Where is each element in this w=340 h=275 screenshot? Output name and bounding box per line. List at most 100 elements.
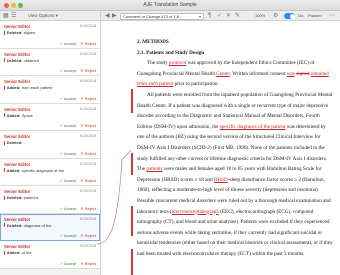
card-date: 6/15/2018 — [80, 106, 96, 111]
card-change-line: Deleted: patient's — [4, 195, 94, 200]
document-toolbar: ◀ ▶ Comment or Change 473 of 1,8... ▾ ¶ … — [101, 11, 340, 21]
change-marker-icon — [4, 58, 6, 63]
toggle-knob — [289, 13, 295, 19]
inserted-text[interactable]: protocol — [169, 60, 186, 66]
accept-button[interactable]: ✓ Accept — [60, 96, 76, 101]
deleted-text[interactable]: signed — [296, 71, 310, 77]
document-body[interactable]: 2. METHODS 2.1. Patients and Study Desig… — [137, 37, 333, 259]
card-actions: ✓ Accept ✕ Reject — [60, 206, 96, 211]
text-format-icon[interactable]: ¶ — [208, 12, 211, 20]
changes-sidebar: ▦ ☰ View Options ▾ Senior Editor 6/15/201… — [0, 11, 101, 275]
card-actions: ✓ Accept ✕ Reject — [60, 41, 96, 46]
window-titlebar: AJE Translation Sample — [0, 0, 340, 11]
card-actions: ✓ Accept ✕ Reject — [60, 151, 96, 156]
reject-button[interactable]: ✕ Reject — [80, 233, 96, 238]
chevron-down-icon: ▾ — [198, 13, 201, 19]
grid-icon[interactable]: ▦ — [3, 12, 9, 20]
zoom-level[interactable]: 100% — [255, 13, 265, 18]
change-card[interactable]: Senior Editor 6/15/2018 Added: of the ✓ Acc… — [0, 241, 100, 269]
accept-button[interactable]: ✓ Accept — [60, 206, 76, 211]
inserted-text[interactable]: HRSD — [214, 177, 228, 183]
accept-button[interactable]: ✓ Accept — [60, 41, 76, 46]
accept-button[interactable]: ✓ Accept — [60, 261, 76, 266]
change-marker-icon — [4, 223, 6, 228]
card-change-type: Deleted: — [6, 195, 23, 200]
change-card[interactable]: Senior Editor 6/15/2018 Deleted: patient's… — [0, 186, 100, 214]
change-marker-icon — [4, 140, 6, 145]
reject-button[interactable]: ✕ Reject — [80, 96, 96, 101]
change-marker-icon — [4, 113, 6, 118]
card-change-text: specific diagnosis of the — [21, 167, 65, 173]
paragraph-patients[interactable]: All patients were enrolled from the inpa… — [137, 90, 333, 260]
card-change-text: patient's — [23, 195, 39, 200]
reject-all-icon[interactable]: ✕ — [226, 12, 231, 20]
reject-button[interactable]: ✕ Reject — [80, 68, 96, 73]
card-date: 6/15/2018 — [80, 216, 96, 221]
forward-arrow-icon[interactable]: ▶ — [112, 12, 117, 20]
inserted-text[interactable]: electroencephalograph — [172, 209, 219, 215]
card-actions: ✓ Accept ✕ Reject — [60, 123, 96, 128]
accept-button[interactable]: ✓ Accept — [60, 151, 76, 156]
change-bar — [131, 153, 133, 175]
inserted-text[interactable]: specific diagnosis of the patient — [220, 124, 286, 130]
track-changes-toggle[interactable] — [284, 13, 295, 19]
accept-button[interactable]: ✓ Accept — [60, 178, 76, 183]
card-change-line: Added: specific diagnosis of the — [4, 168, 94, 173]
back-arrow-icon[interactable]: ◀ — [105, 12, 110, 20]
accept-button[interactable]: ✓ Accept — [60, 123, 76, 128]
change-card[interactable]: Senior Editor 6/15/2018 Deleted: signed ✓ A… — [0, 21, 100, 49]
card-change-text: of the — [21, 250, 32, 255]
card-date: 6/15/2018 — [80, 24, 96, 28]
card-date: 6/15/2018 — [80, 189, 96, 193]
change-navigator-select[interactable]: Comment or Change 473 of 1,8... ▾ — [120, 12, 204, 20]
change-card[interactable]: Senior Editor 6/15/2018 Deleted: obtained ✓… — [0, 48, 100, 76]
comment-icon[interactable]: ✎ — [235, 12, 240, 20]
reject-button[interactable]: ✕ Reject — [80, 261, 96, 266]
change-marker-icon — [4, 250, 6, 255]
card-change-type: Added: — [6, 250, 21, 255]
reject-button[interactable]: ✕ Reject — [80, 41, 96, 46]
card-date: 6/15/2018 — [80, 161, 96, 166]
reject-button[interactable]: ✕ Reject — [80, 123, 96, 128]
change-card[interactable]: Senior Editor 6/15/2018 Deleted: , ✓ Accept… — [0, 131, 100, 159]
inserted-text[interactable]: Center — [216, 71, 230, 77]
change-card[interactable]: Senior Editor 6/15/2018 Added: specific di… — [0, 158, 100, 186]
toggle-label: On — [298, 13, 304, 18]
reject-button[interactable]: ✕ Reject — [80, 151, 96, 156]
view-options-button[interactable]: View Options ▾ — [28, 13, 58, 19]
card-author: Senior Editor — [4, 134, 31, 139]
accept-button[interactable]: ✓ Accept — [60, 233, 76, 238]
change-card[interactable]: Senior Editor 6/15/2018 Added: Space ✓ Acce… — [0, 103, 100, 131]
change-card[interactable]: Senior Editor 6/15/2018 Added: from each p… — [0, 76, 100, 104]
reject-button[interactable]: ✕ Reject — [80, 206, 96, 211]
more-icon[interactable]: ⋯ — [329, 12, 335, 20]
list-icon[interactable]: ☰ — [11, 12, 16, 20]
card-change-text: obtained — [23, 57, 39, 63]
section-heading: 2. METHODS — [137, 39, 169, 45]
card-change-type: Deleted: — [6, 222, 23, 228]
inserted-text[interactable]: patients — [146, 166, 162, 172]
card-change-type: Deleted: — [6, 57, 23, 63]
paused-label: Paused — [308, 13, 322, 18]
card-actions: ✓ Accept ✕ Reject — [60, 96, 96, 101]
card-author: Senior Editor — [4, 24, 31, 29]
accept-button[interactable]: ✓ Accept — [60, 68, 76, 73]
change-card[interactable]: Senior Editor 6/15/2018 Deleted: diagnosis… — [0, 213, 100, 241]
card-change-line: Added: Space — [4, 113, 94, 118]
card-change-text: diagnosis of the — [23, 222, 52, 228]
card-author: Senior Editor — [4, 216, 31, 222]
change-navigator-label: Comment or Change 473 of 1,8... — [123, 13, 183, 19]
reject-button[interactable]: ✕ Reject — [80, 178, 96, 183]
paragraph-ethics[interactable]: The study protocol was approved by the I… — [137, 58, 333, 90]
card-change-type: Deleted: — [6, 140, 23, 145]
settings-gear-icon[interactable]: ⚙ — [273, 12, 278, 20]
inserted-text[interactable]: was — [287, 71, 295, 77]
card-date: 6/15/2018 — [80, 79, 96, 83]
card-change-text: from each patient — [21, 85, 53, 90]
card-date: 6/15/2018 — [80, 134, 96, 138]
card-change-line: Deleted: diagnosis of the — [4, 223, 94, 228]
accept-all-icon[interactable]: ✓ — [217, 12, 222, 20]
body-text: (EEG), electrocardiograph (ECG), compute… — [137, 208, 333, 257]
document-page[interactable]: 2. METHODS 2.1. Patients and Study Desig… — [101, 21, 340, 275]
card-author: Senior Editor — [4, 161, 31, 167]
